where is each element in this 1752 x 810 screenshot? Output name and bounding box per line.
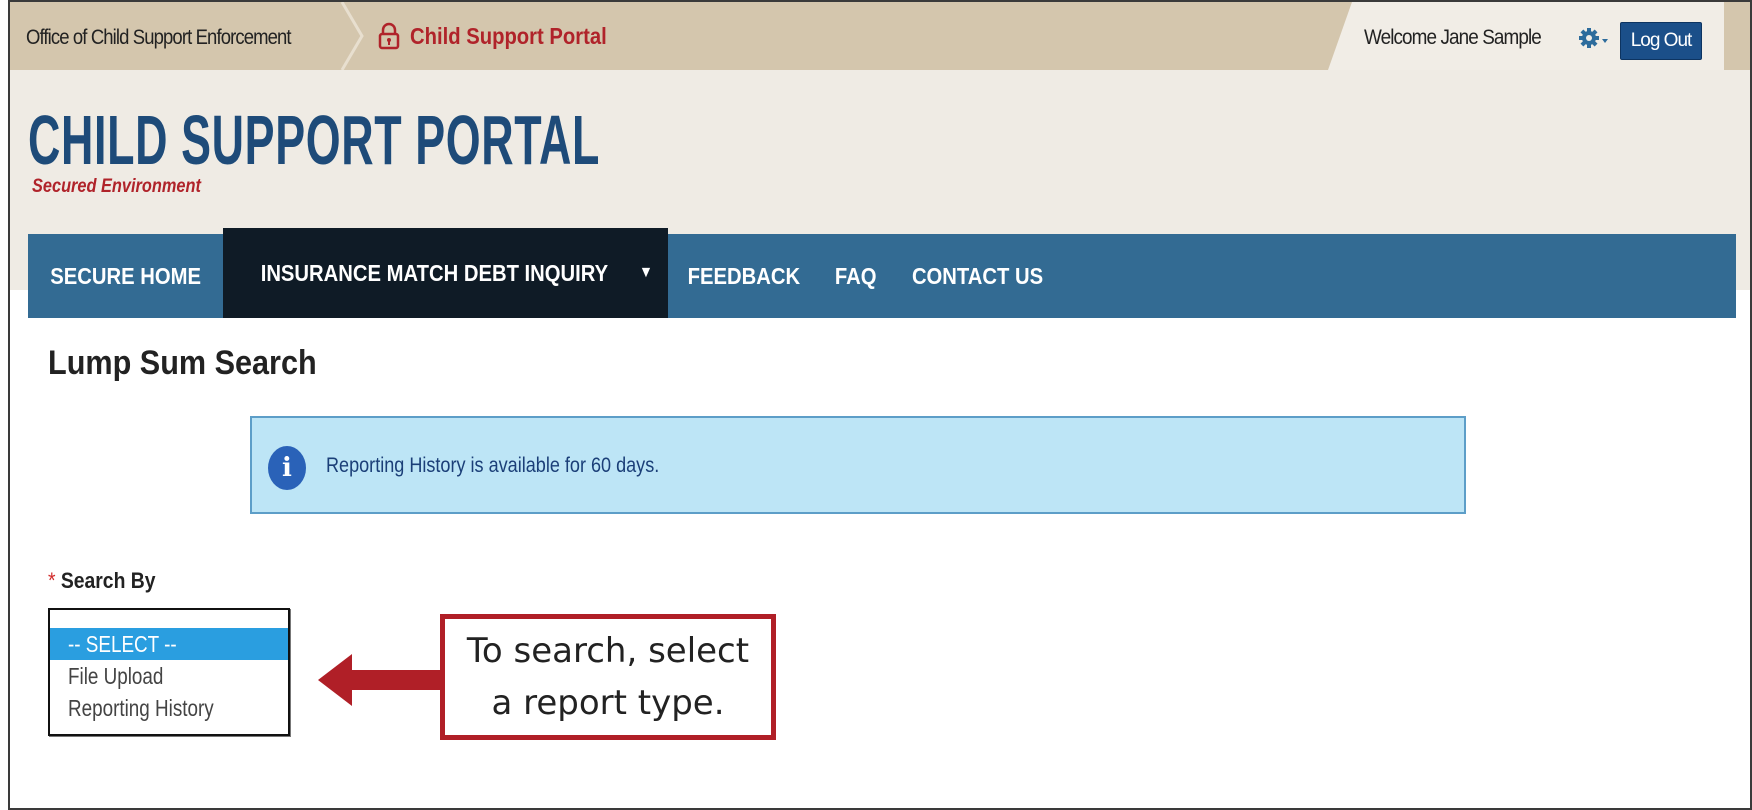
- portal-subtitle: Secured Environment: [32, 176, 201, 197]
- nav-secure-home[interactable]: SECURE HOME: [28, 234, 223, 318]
- callout-line-1: To search, select: [466, 631, 750, 671]
- info-message: Reporting History is available for 60 da…: [326, 454, 660, 477]
- nav-insurance-label: INSURANCE MATCH DEBT INQUIRY: [260, 259, 609, 286]
- info-icon: i: [268, 446, 306, 490]
- breadcrumb-separator: [340, 2, 364, 70]
- agency-link[interactable]: Office of Child Support Enforcement: [26, 26, 292, 50]
- portal-title: CHILD SUPPORT PORTAL: [28, 101, 600, 179]
- main-nav: SECURE HOME INSURANCE MATCH DEBT INQUIRY…: [28, 228, 1736, 318]
- nav-feedback[interactable]: FEEDBACK: [668, 234, 820, 318]
- lock-icon: [378, 22, 400, 50]
- callout-line-2: a report type.: [491, 683, 725, 723]
- option-file-upload-label: File Upload: [68, 662, 164, 689]
- chevron-down-icon: [1602, 39, 1608, 43]
- option-file-upload[interactable]: File Upload: [50, 660, 288, 692]
- nav-insurance-match-debt-inquiry[interactable]: INSURANCE MATCH DEBT INQUIRY ▼: [223, 228, 668, 318]
- nav-contact-us[interactable]: CONTACT US: [891, 234, 1064, 318]
- nav-contact-us-label: CONTACT US: [911, 262, 1044, 289]
- page-title: Lump Sum Search: [48, 344, 317, 382]
- portal-breadcrumb[interactable]: Child Support Portal: [378, 22, 634, 50]
- option-reporting-history-label: Reporting History: [68, 694, 214, 721]
- nav-faq-label: FAQ: [834, 262, 877, 289]
- caret-down-icon: ▼: [639, 264, 653, 281]
- instruction-callout: To search, select a report type.: [440, 614, 776, 740]
- gear-icon: [1579, 28, 1608, 48]
- welcome-text: Welcome Jane Sample: [1364, 26, 1542, 49]
- search-by-label: * Search By: [48, 568, 156, 594]
- nav-feedback-label: FEEDBACK: [687, 262, 801, 289]
- callout-arrow-icon: [318, 654, 442, 706]
- required-marker: *: [48, 568, 56, 593]
- option-select[interactable]: -- SELECT --: [50, 628, 288, 660]
- nav-faq[interactable]: FAQ: [820, 234, 891, 318]
- option-select-label: -- SELECT --: [68, 630, 177, 657]
- logout-button[interactable]: Log Out: [1620, 22, 1702, 60]
- top-bar-edge: [1724, 2, 1750, 70]
- search-by-label-text: Search By: [60, 568, 156, 593]
- portal-breadcrumb-label: Child Support Portal: [410, 22, 607, 49]
- top-bar: Office of Child Support Enforcement Chil…: [10, 2, 1750, 70]
- option-reporting-history[interactable]: Reporting History: [50, 692, 288, 724]
- nav-secure-home-label: SECURE HOME: [50, 262, 201, 289]
- info-alert: i Reporting History is available for 60 …: [250, 416, 1466, 514]
- settings-menu[interactable]: [1578, 26, 1612, 50]
- app-window: Office of Child Support Enforcement Chil…: [8, 0, 1752, 810]
- search-by-select[interactable]: -- SELECT -- File Upload Reporting Histo…: [48, 608, 290, 736]
